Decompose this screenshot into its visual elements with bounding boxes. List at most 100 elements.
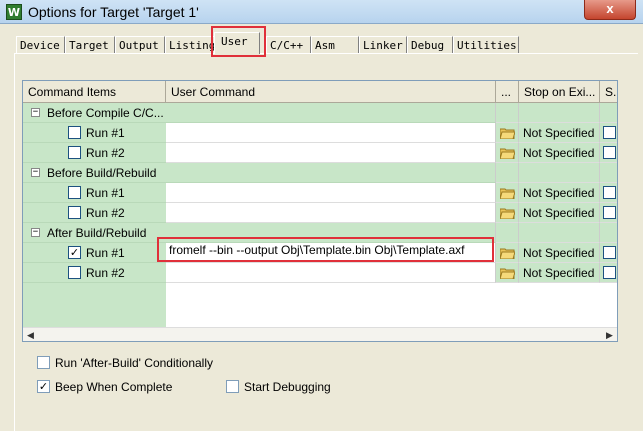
tab-asm[interactable]: Asm [311,36,359,54]
stop-on-exit-value[interactable]: Not Specified [519,143,600,163]
group-before-build: − Before Build/Rebuild [23,163,166,183]
group-spacer [600,103,617,123]
run-checkbox[interactable] [68,266,81,279]
s-checkbox[interactable] [603,206,616,219]
user-command-text: fromelf --bin --output Obj\Template.bin … [169,243,465,257]
scroll-right-icon[interactable]: ▶ [602,328,617,341]
collapse-icon[interactable]: − [31,108,40,117]
group-spacer [600,223,617,243]
s-cell [600,263,617,283]
column-header-user-command[interactable]: User Command [166,81,496,103]
run-row: Run #2 [23,143,166,163]
run-checkbox[interactable] [68,146,81,159]
folder-icon [500,248,515,259]
user-command-field[interactable] [166,123,496,143]
scroll-left-icon[interactable]: ◀ [23,328,38,341]
run-row: Run #1 [23,123,166,143]
group-spacer [166,163,496,183]
s-checkbox[interactable] [603,146,616,159]
s-cell [600,143,617,163]
run-label: Run #2 [86,206,125,220]
app-icon: W [6,4,22,20]
folder-icon [500,128,515,139]
user-command-field[interactable] [166,143,496,163]
beep-checkbox[interactable]: ✓ [37,380,50,393]
folder-icon [500,268,515,279]
group-spacer [496,223,519,243]
collapse-icon[interactable]: − [31,228,40,237]
run-checkbox[interactable] [68,126,81,139]
close-button[interactable]: x [584,0,636,20]
s-cell [600,123,617,143]
stop-on-exit-value[interactable]: Not Specified [519,183,600,203]
run-after-build-checkbox[interactable] [37,356,50,369]
run-after-build-label: Run 'After-Build' Conditionally [55,356,213,370]
stop-on-exit-value[interactable]: Not Specified [519,123,600,143]
browse-button[interactable] [496,243,519,263]
browse-button[interactable] [496,123,519,143]
group-spacer [519,223,600,243]
s-checkbox[interactable] [603,246,616,259]
tab-target[interactable]: Target [65,36,115,54]
window-title: Options for Target 'Target 1' [28,4,199,20]
column-header-command-items[interactable]: Command Items [23,81,166,103]
tab-device[interactable]: Device [16,36,65,54]
tab-utilities[interactable]: Utilities [453,36,519,54]
browse-button[interactable] [496,143,519,163]
run-row: ✓ Run #1 [23,243,166,263]
run-label: Run #2 [86,266,125,280]
browse-button[interactable] [496,203,519,223]
folder-icon [500,148,515,159]
stop-on-exit-value[interactable]: Not Specified [519,263,600,283]
group-label: Before Build/Rebuild [47,166,157,180]
group-spacer [496,163,519,183]
group-spacer [600,163,617,183]
group-before-compile: − Before Compile C/C... [23,103,166,123]
tab-output[interactable]: Output [115,36,165,54]
group-spacer [166,103,496,123]
run-label: Run #2 [86,146,125,160]
start-debugging-checkbox[interactable] [226,380,239,393]
run-checkbox-checked[interactable]: ✓ [68,246,81,259]
run-checkbox[interactable] [68,206,81,219]
run-row: Run #2 [23,263,166,283]
collapse-icon[interactable]: − [31,168,40,177]
s-checkbox[interactable] [603,266,616,279]
tab-c-cpp[interactable]: C/C++ [266,36,311,54]
user-command-field[interactable] [166,263,496,283]
run-label: Run #1 [86,126,125,140]
folder-icon [500,208,515,219]
group-spacer [519,103,600,123]
browse-button[interactable] [496,183,519,203]
run-checkbox[interactable] [68,186,81,199]
horizontal-scrollbar[interactable]: ◀ ▶ [23,327,617,341]
column-header-browse[interactable]: ... [496,81,519,103]
s-checkbox[interactable] [603,126,616,139]
after-build-run1-command-input[interactable]: fromelf --bin --output Obj\Template.bin … [157,237,494,262]
column-header-s[interactable]: S. [600,81,617,103]
tab-linker[interactable]: Linker [359,36,407,54]
group-spacer [519,163,600,183]
user-command-field[interactable] [166,203,496,223]
title-bar: W Options for Target 'Target 1' x [0,0,643,24]
run-row: Run #1 [23,183,166,203]
s-checkbox[interactable] [603,186,616,199]
browse-button[interactable] [496,263,519,283]
s-cell [600,203,617,223]
group-label: Before Compile C/C... [47,106,164,120]
tab-debug[interactable]: Debug [407,36,453,54]
stop-on-exit-value[interactable]: Not Specified [519,203,600,223]
s-cell [600,183,617,203]
run-row: Run #2 [23,203,166,223]
run-label: Run #1 [86,186,125,200]
start-debugging-label: Start Debugging [244,380,331,394]
group-label: After Build/Rebuild [47,226,147,240]
beep-label: Beep When Complete [55,380,173,394]
run-label: Run #1 [86,246,125,260]
group-after-build: − After Build/Rebuild [23,223,166,243]
column-header-stop-on-exit[interactable]: Stop on Exi... [519,81,600,103]
user-command-field[interactable] [166,183,496,203]
tab-user[interactable]: User [214,32,260,54]
group-spacer [496,103,519,123]
stop-on-exit-value[interactable]: Not Specified [519,243,600,263]
